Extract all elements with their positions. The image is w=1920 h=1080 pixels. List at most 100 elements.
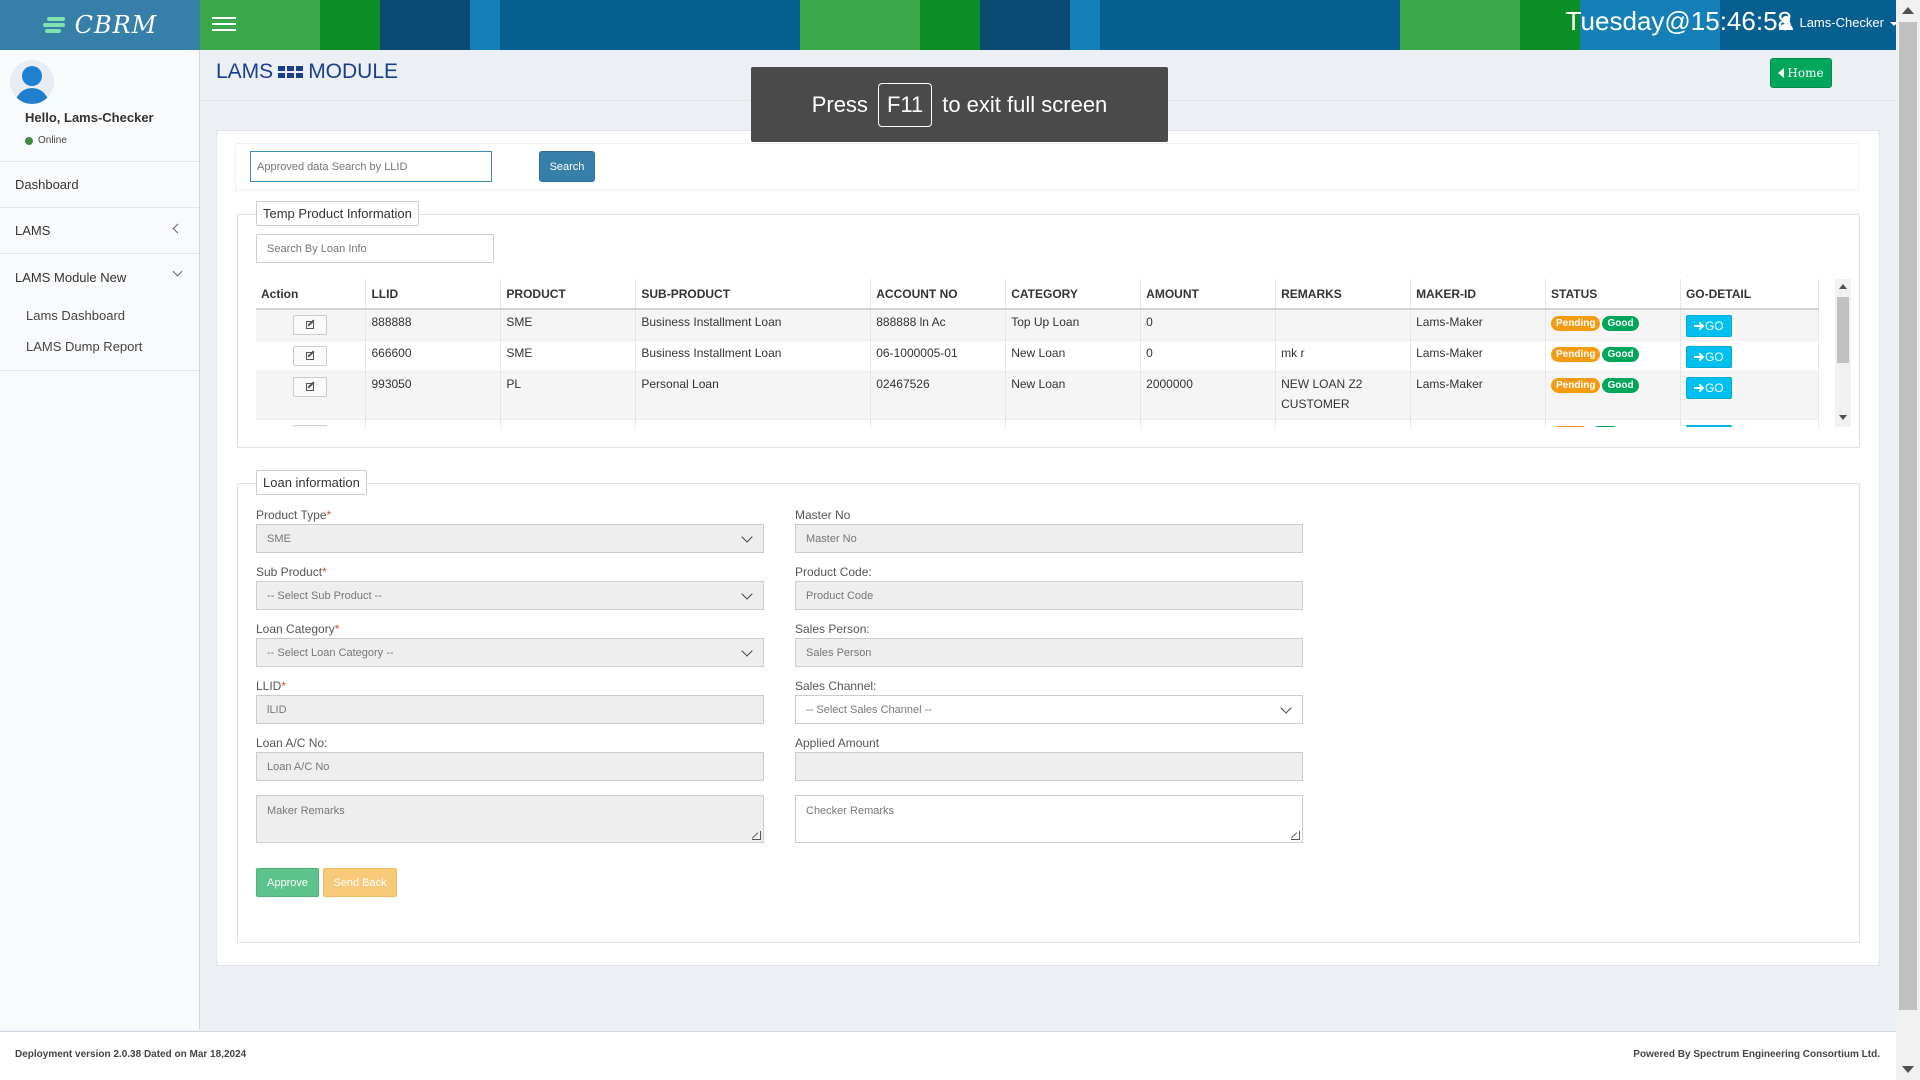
cell-product: SME (500, 340, 637, 372)
sidebar-subitem-lams-dashboard[interactable]: Lams Dashboard (0, 300, 199, 331)
scroll-down-icon[interactable] (1839, 415, 1847, 420)
search-button[interactable]: Search (539, 151, 595, 182)
temp-product-section: Temp Product Information Action LLID PRO… (237, 201, 1860, 448)
sales-channel-select[interactable]: -- Select Sales Channel -- (795, 695, 1303, 724)
arrow-right-icon (1693, 384, 1702, 392)
column-header: PRODUCT (500, 279, 637, 310)
send-back-button[interactable]: Send Back (323, 868, 397, 897)
checker-remarks-textarea[interactable]: Checker Remarks (795, 795, 1303, 843)
cell-go-detail: GO (1680, 340, 1820, 372)
arrow-left-icon (1778, 68, 1785, 78)
edit-icon[interactable] (293, 424, 327, 427)
master-no-input[interactable]: Master No (795, 524, 1303, 553)
go-detail-button[interactable] (1685, 424, 1732, 427)
loan-category-select[interactable]: -- Select Loan Category -- (256, 638, 764, 667)
scroll-thumb[interactable] (1899, 22, 1917, 1010)
clock-display: Tuesday@15:46:58 (1565, 6, 1792, 36)
go-label: GO (1704, 349, 1724, 364)
go-detail-button[interactable]: GO (1685, 345, 1732, 368)
sidebar-group-lams-module-new: LAMS Module New Lams Dashboard LAMS Dump… (0, 254, 199, 371)
user-icon (1779, 15, 1794, 30)
go-detail-button[interactable]: GO (1685, 376, 1732, 399)
sales-person-input[interactable]: Sales Person (795, 638, 1303, 667)
resize-handle-icon[interactable] (752, 831, 761, 840)
scroll-down-icon[interactable] (1902, 1066, 1914, 1073)
user-menu-label: Lams-Checker (1799, 15, 1884, 30)
status-badge: Pending (1551, 316, 1601, 331)
app-logo[interactable]: CBRM (0, 0, 200, 50)
fullscreen-exit-toast: Press F11 to exit full screen (751, 67, 1168, 142)
arrow-right-icon (1693, 353, 1702, 361)
product-type-select[interactable]: SME (256, 524, 764, 553)
table-scrollbar[interactable] (1835, 279, 1851, 427)
quality-badge (1590, 425, 1621, 427)
cell-category: New Loan (1005, 371, 1142, 420)
column-header: Action (256, 279, 367, 310)
chevron-left-icon (172, 223, 183, 234)
temp-product-legend: Temp Product Information (256, 201, 419, 226)
applied-amount-input[interactable] (795, 752, 1303, 781)
quality-badge: Good (1602, 316, 1639, 331)
cell-go-detail: GO (1680, 309, 1820, 341)
sub-product-select[interactable]: -- Select Sub Product -- (256, 581, 764, 610)
cell-account-no: 06-1000005-01 (870, 340, 1007, 372)
loan-ac-no-label: Loan A/C No: (256, 736, 328, 750)
temp-product-table-wrapper[interactable]: Action LLID PRODUCT SUB-PRODUCT ACCOUNT … (256, 279, 1833, 427)
cell-llid: 666600 (365, 340, 502, 372)
loan-info-search-input[interactable] (256, 234, 494, 263)
scroll-thumb[interactable] (1837, 297, 1849, 363)
home-button[interactable]: Home (1770, 58, 1832, 88)
toast-key: F11 (877, 82, 933, 127)
hamburger-menu-icon[interactable] (212, 13, 236, 37)
product-code-input[interactable]: Product Code (795, 581, 1303, 610)
cell-maker-id: Lams-Maker (1410, 340, 1547, 372)
sidebar-subitem-lams-dump-report[interactable]: LAMS Dump Report (0, 331, 199, 362)
go-detail-button[interactable]: GO (1685, 315, 1732, 337)
cell-go-detail: GO (1680, 371, 1820, 420)
cell-category: Top Up Loan (1005, 309, 1142, 341)
quality-badge: Good (1602, 346, 1639, 362)
column-header: AMOUNT (1140, 279, 1277, 310)
page-scrollbar[interactable] (1896, 0, 1920, 1080)
maker-remarks-textarea[interactable]: Maker Remarks (256, 795, 764, 843)
cell-remarks: NEW LOAN Z2 CUSTOMER (1275, 371, 1412, 420)
column-header: GO-DETAIL (1680, 279, 1820, 310)
status-badge: Pending (1551, 377, 1601, 393)
cell-status: Pending Good (1545, 340, 1681, 372)
cell-status: Pending Good (1545, 371, 1681, 420)
edit-icon[interactable] (293, 376, 327, 397)
loan-ac-no-input[interactable]: Loan A/C No (256, 752, 764, 781)
scroll-up-icon[interactable] (1839, 284, 1847, 289)
quality-badge: Good (1602, 377, 1639, 393)
resize-handle-icon[interactable] (1291, 831, 1300, 840)
online-status: Online (25, 135, 67, 146)
user-menu[interactable]: Lams-Checker (1779, 15, 1898, 30)
deployment-version: Deployment version 2.0.38 Dated on Mar 1… (15, 1049, 247, 1060)
sidebar-item-lams[interactable]: LAMS (0, 208, 199, 254)
sidebar-item-lams-module-new[interactable]: LAMS Module New (0, 254, 199, 300)
column-header: MAKER-ID (1410, 279, 1547, 310)
approve-button[interactable]: Approve (256, 868, 319, 897)
llid-search-input[interactable] (250, 151, 492, 182)
scroll-up-icon[interactable] (1902, 7, 1914, 14)
user-greeting: Hello, Lams-Checker (25, 110, 154, 125)
cell-account-no: 888888 ln Ac (870, 309, 1007, 341)
cell-sub-product: Personal Loan (635, 371, 872, 420)
sidebar-item-dashboard[interactable]: Dashboard (0, 162, 199, 208)
page-title-left: LAMS (216, 60, 274, 83)
sub-product-label: Sub Product* (256, 565, 327, 579)
column-header: REMARKS (1275, 279, 1412, 310)
edit-icon[interactable] (293, 315, 327, 335)
arrow-right-icon (1693, 322, 1702, 330)
chevron-down-icon (172, 266, 183, 277)
product-type-label: Product Type* (256, 508, 332, 522)
llid-input[interactable]: lLID (256, 695, 764, 724)
cell-maker-id: Lams-Maker (1410, 371, 1547, 420)
go-label: GO (1704, 380, 1724, 395)
loan-category-label: Loan Category* (256, 622, 340, 636)
cell-llid: 888888 (365, 309, 502, 341)
avatar-icon (10, 60, 54, 104)
column-header: SUB-PRODUCT (635, 279, 872, 310)
edit-icon[interactable] (293, 345, 327, 366)
loan-information-section: Loan information Product Type* SME Sub P… (237, 470, 1860, 943)
